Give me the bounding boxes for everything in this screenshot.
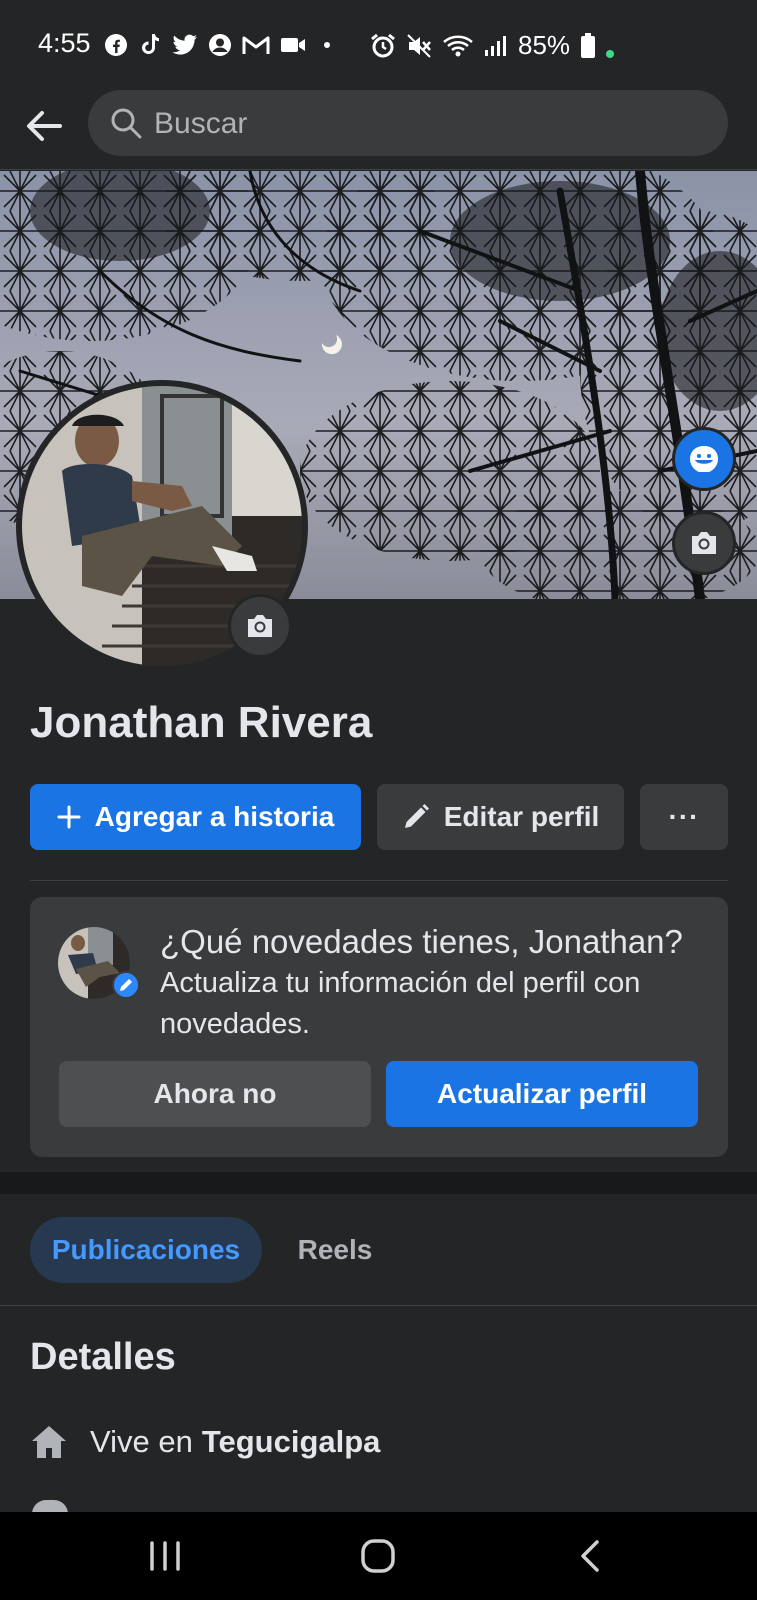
camera-icon — [692, 532, 716, 554]
lives-in-city: Tegucigalpa — [201, 1424, 381, 1459]
video-icon — [281, 38, 305, 52]
tab-publicaciones[interactable]: Publicaciones — [30, 1217, 262, 1283]
top-bar: Buscar — [0, 86, 757, 170]
battery-icon — [581, 32, 596, 58]
twitter-icon — [172, 34, 197, 55]
avatar-face-icon — [690, 446, 718, 472]
facebook-icon — [105, 34, 127, 56]
detail-lives-in[interactable]: Vive en Tegucigalpa — [30, 1424, 380, 1460]
home-icon — [32, 1426, 66, 1458]
system-icons: 85% — [370, 30, 615, 61]
tab-label: Reels — [297, 1234, 373, 1265]
tab-reels[interactable]: Reels — [280, 1217, 390, 1283]
gmail-icon — [242, 36, 270, 54]
plus-icon — [57, 805, 81, 829]
back-button[interactable] — [22, 104, 66, 148]
profile-name: Jonathan Rivera — [30, 698, 373, 747]
privacy-indicator-dot — [606, 49, 615, 58]
more-options-label: ··· — [668, 801, 700, 832]
add-story-button[interactable]: Agregar a historia — [30, 784, 361, 850]
update-profile-button[interactable]: Actualizar perfil — [386, 1061, 698, 1127]
mute-icon — [407, 33, 431, 58]
pencil-icon — [404, 804, 429, 828]
chevron-left-icon — [581, 1540, 599, 1572]
update-profile-card: ¿Qué novedades tienes, Jonathan? Actuali… — [30, 897, 728, 1157]
tab-label: Publicaciones — [51, 1234, 241, 1265]
add-story-label: Agregar a historia — [94, 801, 335, 832]
avatar-button[interactable] — [672, 427, 736, 491]
search-placeholder: Buscar — [154, 107, 248, 140]
search-input[interactable]: Buscar — [88, 90, 728, 156]
section-divider — [30, 880, 728, 881]
recent-apps-icon — [150, 1541, 180, 1571]
more-notifications-dot — [324, 42, 330, 48]
details-heading: Detalles — [30, 1336, 176, 1378]
edit-profile-button[interactable]: Editar perfil — [377, 784, 624, 850]
status-bar: 4:55 85% — [0, 0, 757, 86]
section-separator — [0, 1172, 757, 1194]
recent-apps-button[interactable] — [135, 1534, 195, 1578]
update-profile-label: Actualizar perfil — [436, 1078, 648, 1109]
signal-icon — [485, 35, 506, 56]
system-back-button[interactable] — [560, 1534, 620, 1578]
system-navigation-bar — [0, 1512, 757, 1600]
edit-cover-photo-button[interactable] — [672, 511, 736, 575]
camera-icon — [248, 615, 272, 637]
home-button[interactable] — [348, 1534, 408, 1578]
alarm-icon — [371, 33, 395, 57]
card-description: Actualiza tu información del perfil con … — [160, 967, 641, 1040]
not-now-label: Ahora no — [153, 1078, 277, 1109]
status-time: 4:55 — [38, 28, 91, 58]
home-circle-icon — [361, 1539, 395, 1573]
edit-profile-label: Editar perfil — [443, 801, 600, 832]
pencil-badge-icon — [112, 971, 140, 999]
wifi-icon — [443, 35, 473, 56]
edit-profile-picture-button[interactable] — [228, 594, 292, 658]
search-icon — [111, 108, 142, 139]
tabs-divider — [0, 1305, 757, 1306]
more-options-button[interactable]: ··· — [640, 784, 728, 850]
card-title: ¿Qué novedades tienes, Jonathan? — [160, 923, 683, 960]
notification-icons — [104, 32, 330, 58]
not-now-button[interactable]: Ahora no — [59, 1061, 371, 1127]
lives-in-prefix: Vive en — [90, 1424, 193, 1459]
account-icon — [209, 34, 231, 56]
battery-percent: 85% — [518, 30, 571, 60]
arrow-left-icon — [27, 111, 62, 141]
tiktok-icon — [142, 34, 159, 54]
